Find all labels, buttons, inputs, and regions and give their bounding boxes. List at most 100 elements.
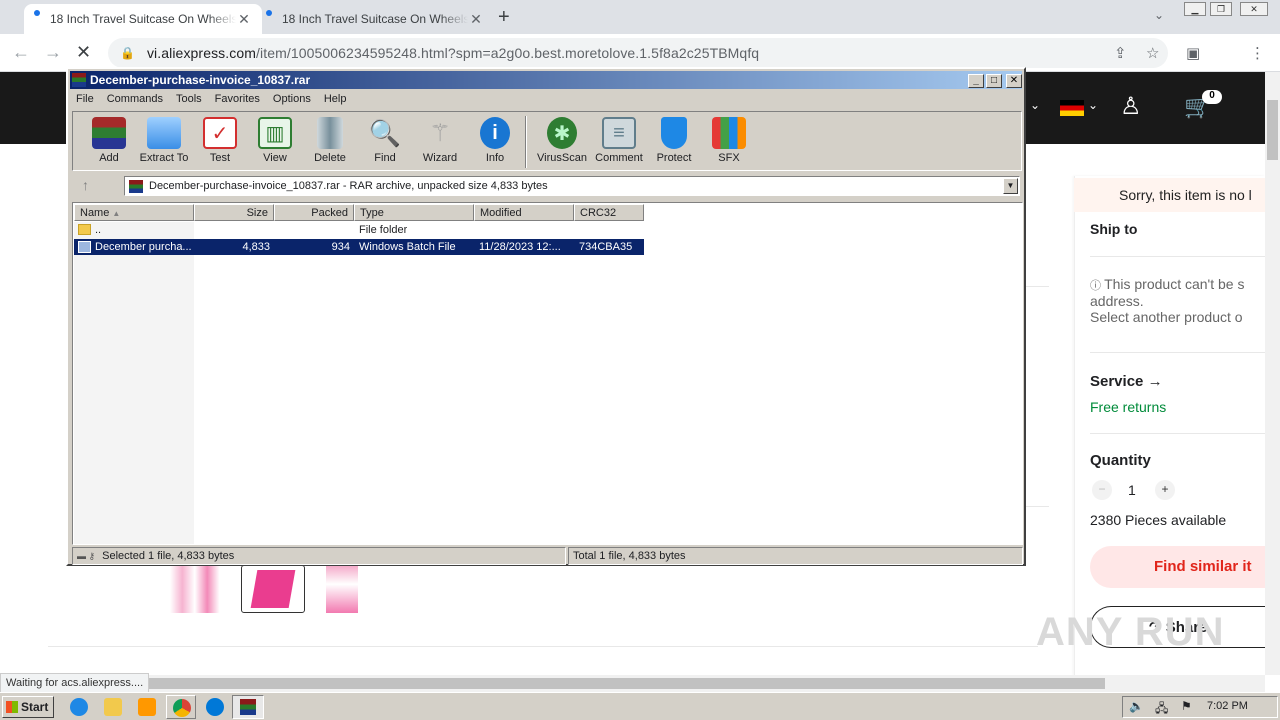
volume-icon[interactable]: 🔈	[1129, 699, 1144, 713]
forward-button[interactable]: →	[44, 42, 62, 63]
column-header-size[interactable]: Size	[194, 204, 274, 221]
tab-search-icon[interactable]: ⌄	[1154, 8, 1164, 22]
pieces-available: 2380 Pieces available	[1090, 512, 1227, 528]
virusscan-button[interactable]: ✱ VirusScan	[533, 115, 591, 169]
loading-dot-icon	[266, 10, 272, 16]
loading-dot-icon	[34, 10, 40, 16]
quantity-increase-button[interactable]: +	[1155, 480, 1175, 500]
network-icon[interactable]: 🖧	[1155, 699, 1168, 720]
column-header-type[interactable]: Type	[354, 204, 474, 221]
ship-to-label[interactable]: Ship to	[1090, 221, 1137, 237]
product-side-panel	[1074, 176, 1265, 676]
table-row-parent[interactable]: .. File folder	[74, 222, 644, 238]
close-window-button[interactable]: ✕	[1240, 2, 1268, 16]
media-player-icon[interactable]	[138, 698, 156, 716]
quantity-value[interactable]: 1	[1128, 482, 1136, 498]
edge-icon[interactable]	[206, 698, 224, 716]
wizard-button[interactable]: ⚚ Wizard	[413, 115, 467, 169]
rar-file-icon	[129, 180, 143, 193]
menu-options[interactable]: Options	[267, 90, 318, 108]
winrar-title-bar[interactable]: December-purchase-invoice_10837.rar _ □ …	[70, 71, 1022, 89]
back-button[interactable]: ←	[12, 42, 30, 63]
chevron-down-icon[interactable]: ⌄	[1088, 98, 1098, 112]
product-thumbnail[interactable]	[170, 565, 232, 613]
address-bar[interactable]: 🔒 vi.aliexpress.com/item/100500623459524…	[108, 38, 1168, 68]
unavailable-banner: Sorry, this item is no l	[1074, 178, 1265, 212]
batch-file-icon	[78, 241, 91, 253]
column-header-packed[interactable]: Packed	[274, 204, 354, 221]
winrar-maximize-button[interactable]: □	[986, 74, 1002, 88]
chrome-taskbar-button[interactable]	[166, 695, 196, 719]
add-button[interactable]: Add	[82, 115, 136, 169]
table-row-selected[interactable]: December purcha... 4,833 934 Windows Bat…	[74, 239, 644, 255]
ie-icon[interactable]	[70, 698, 88, 716]
tab-aliexpress-1[interactable]: 18 Inch Travel Suitcase On Wheels Tr ✕	[24, 4, 262, 34]
name-column-shade	[74, 222, 194, 544]
extract-to-button[interactable]: Extract To	[135, 115, 193, 169]
menu-file[interactable]: File	[70, 90, 101, 108]
up-folder-icon[interactable]: ↑	[82, 177, 89, 193]
vertical-scrollbar[interactable]	[1265, 72, 1280, 675]
path-dropdown-button[interactable]: ▼	[1003, 178, 1018, 194]
bookmark-star-icon[interactable]: ☆	[1146, 44, 1159, 62]
row-size: 4,833	[242, 241, 270, 253]
comment-button[interactable]: ≡ Comment	[591, 115, 647, 169]
quantity-label: Quantity	[1090, 452, 1151, 469]
menu-tools[interactable]: Tools	[170, 90, 209, 108]
menu-dots-icon[interactable]: ⋮	[1250, 44, 1265, 62]
divider	[1025, 506, 1049, 507]
archive-path-field[interactable]: December-purchase-invoice_10837.rar - RA…	[124, 176, 1020, 196]
extract-folder-icon	[147, 117, 181, 149]
winrar-close-button[interactable]: ✕	[1006, 74, 1022, 88]
close-tab-icon[interactable]: ✕	[468, 11, 484, 28]
menu-help[interactable]: Help	[318, 90, 354, 108]
row-type: Windows Batch File	[359, 241, 456, 253]
service-link[interactable]: Service →	[1090, 373, 1163, 390]
test-button[interactable]: ✓ Test	[193, 115, 247, 169]
restore-button[interactable]: ❐	[1210, 2, 1232, 16]
account-icon[interactable]: ♙	[1120, 92, 1142, 121]
delete-button[interactable]: Delete	[303, 115, 357, 169]
winrar-minimize-button[interactable]: _	[968, 74, 984, 88]
system-tray: 🔈 🖧 ⚑ 7:02 PM	[1122, 696, 1278, 718]
protect-button[interactable]: Protect	[647, 115, 701, 169]
start-button[interactable]: Start	[2, 696, 54, 718]
tab-aliexpress-2[interactable]: 18 Inch Travel Suitcase On Wheels Tr ✕	[256, 4, 494, 34]
sfx-button[interactable]: SFX	[702, 115, 756, 169]
winrar-taskbar-button[interactable]	[232, 695, 264, 719]
free-returns-text: Free returns	[1090, 399, 1167, 415]
find-button[interactable]: 🔍 Find	[358, 115, 412, 169]
clock[interactable]: 7:02 PM	[1207, 700, 1248, 712]
bug-icon: ✱	[547, 117, 577, 149]
menu-favorites[interactable]: Favorites	[209, 90, 267, 108]
flag-icon[interactable]: ⚑	[1181, 699, 1192, 713]
column-header-crc32[interactable]: CRC32	[574, 204, 644, 221]
view-button[interactable]: ▥ View	[248, 115, 302, 169]
new-tab-button[interactable]: +	[498, 6, 510, 29]
status-right: Total 1 file, 4,833 bytes	[568, 547, 1023, 565]
magnifier-icon: 🔍	[368, 117, 402, 148]
germany-flag-icon[interactable]	[1060, 100, 1084, 116]
explorer-folder-icon[interactable]	[104, 698, 122, 716]
column-header-modified[interactable]: Modified	[474, 204, 574, 221]
info-button[interactable]: i Info	[468, 115, 522, 169]
winrar-title: December-purchase-invoice_10837.rar	[90, 73, 311, 87]
product-thumbnail[interactable]	[326, 565, 358, 613]
divider	[48, 646, 1038, 647]
share-page-icon[interactable]: ⇪	[1114, 44, 1127, 62]
find-similar-button[interactable]: Find similar it	[1090, 546, 1265, 588]
column-header-name[interactable]: Name ▲	[74, 204, 194, 221]
side-panel-icon[interactable]: ▣	[1186, 44, 1200, 62]
close-tab-icon[interactable]: ✕	[236, 11, 252, 28]
quantity-decrease-button[interactable]: −	[1092, 480, 1112, 500]
comment-icon: ≡	[602, 117, 636, 149]
horizontal-scrollbar[interactable]	[0, 675, 1265, 692]
stop-button[interactable]: ✕	[76, 42, 91, 63]
product-thumbnail-selected[interactable]	[241, 565, 305, 613]
chevron-down-icon[interactable]: ⌄	[1030, 98, 1040, 112]
divider	[1025, 286, 1049, 287]
row-name: December purcha...	[95, 241, 192, 253]
add-icon	[92, 117, 126, 149]
menu-commands[interactable]: Commands	[101, 90, 170, 108]
minimize-button[interactable]: ▁	[1184, 2, 1206, 16]
